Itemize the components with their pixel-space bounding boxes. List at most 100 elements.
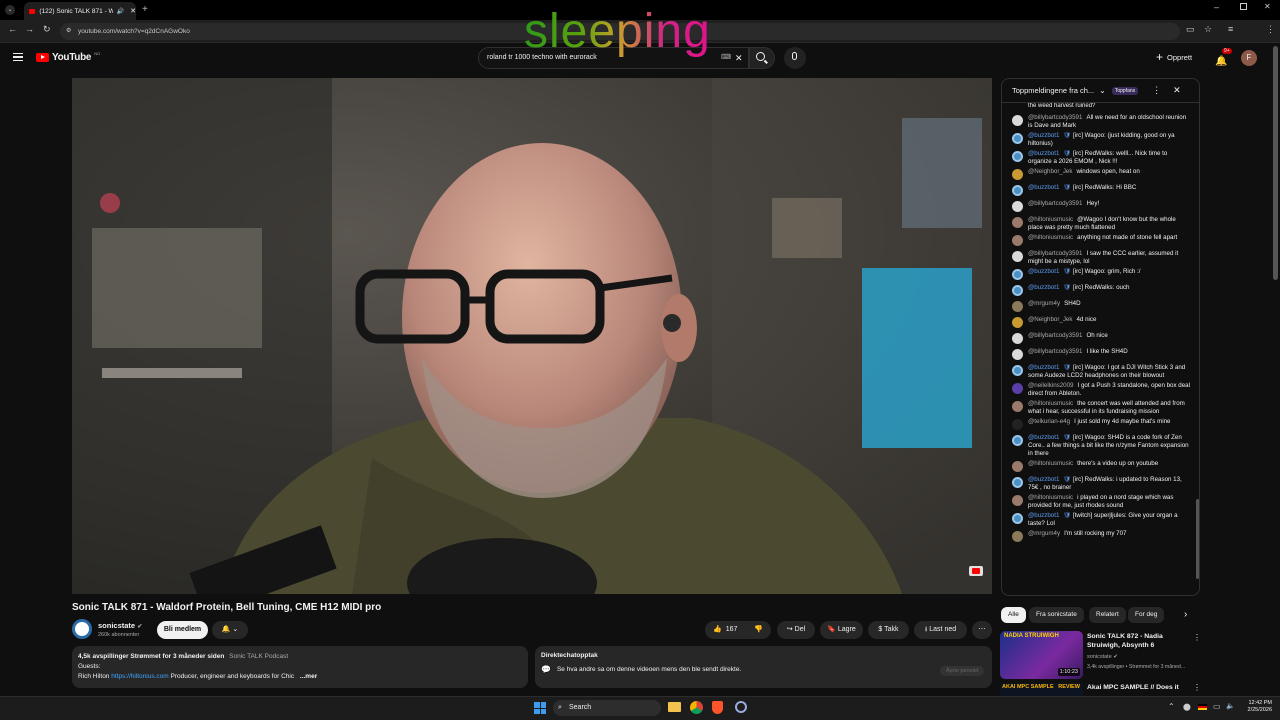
- clear-search-icon[interactable]: ✕: [735, 48, 743, 68]
- chip-related[interactable]: Relatert: [1089, 607, 1126, 623]
- chat-username[interactable]: @billybartcody3591: [1028, 332, 1082, 339]
- chat-username[interactable]: @neilelkins2009: [1028, 382, 1074, 389]
- chat-avatar[interactable]: [1012, 365, 1023, 376]
- chat-avatar[interactable]: [1012, 401, 1023, 412]
- chip-for-you[interactable]: For deg: [1128, 607, 1165, 623]
- chat-username[interactable]: @billybartcody3591: [1028, 348, 1082, 355]
- chat-username[interactable]: @billybartcody3591: [1028, 200, 1082, 207]
- browser-tab[interactable]: (122) Sonic TALK 871 - Wal 🔊 ✕: [24, 2, 136, 20]
- forward-icon[interactable]: →: [25, 24, 34, 34]
- chat-message[interactable]: @hiltoniusmusic there's a video up on you…: [1002, 459, 1199, 475]
- chat-message[interactable]: @buzzbot1 🛡 [twitch] superjljules: Give y…: [1002, 511, 1199, 529]
- chat-username[interactable]: @Neighbor_Jek: [1028, 168, 1072, 175]
- chat-avatar[interactable]: [1012, 217, 1023, 228]
- chat-username[interactable]: @buzzbot1: [1028, 476, 1059, 483]
- window-minimize-icon[interactable]: –: [1214, 2, 1219, 12]
- chat-username[interactable]: @buzzbot1: [1028, 284, 1059, 291]
- channel-name[interactable]: sonicstate ✔: [98, 621, 142, 630]
- start-button[interactable]: [534, 702, 546, 714]
- chat-message-list[interactable]: @billybartcody3591 All we need for an old…: [1002, 113, 1199, 545]
- chat-avatar[interactable]: [1012, 333, 1023, 344]
- chat-message[interactable]: @hiltoniusmusic anything not made of ston…: [1002, 233, 1199, 249]
- taskbar-clock[interactable]: 12:42 PM 2/25/2026: [1240, 700, 1272, 714]
- chat-username[interactable]: @mrgum4y: [1028, 530, 1060, 537]
- chat-message[interactable]: @billybartcody3591 Oh nice: [1002, 331, 1199, 347]
- description-link[interactable]: https://hiltonius.com: [111, 673, 168, 680]
- chat-username[interactable]: @buzzbot1: [1028, 364, 1059, 371]
- keyboard-icon[interactable]: ⌨: [721, 48, 731, 68]
- create-button[interactable]: + Opprett: [1156, 50, 1192, 64]
- chat-avatar[interactable]: [1012, 349, 1023, 360]
- network-icon[interactable]: ▭: [1213, 702, 1221, 711]
- recommendation-thumbnail[interactable]: AKAI MPC SAMPLE REVIEW: [1000, 683, 1083, 696]
- chat-avatar[interactable]: [1012, 461, 1023, 472]
- chat-username[interactable]: @hiltoniusmusic: [1028, 494, 1073, 501]
- chat-message[interactable]: @Neighbor_Jek 4d nice: [1002, 315, 1199, 331]
- chat-message[interactable]: @buzzbot1 🛡 [irc] Wagoo: (just kidding, g…: [1002, 131, 1199, 149]
- chat-message[interactable]: @billybartcody3591 Hey!: [1002, 199, 1199, 215]
- chat-username[interactable]: @hiltoniusmusic: [1028, 216, 1073, 223]
- back-icon[interactable]: ←: [8, 24, 17, 34]
- voice-search-button[interactable]: [784, 47, 806, 69]
- tray-app-icon[interactable]: ⬤: [1183, 703, 1191, 711]
- chat-message[interactable]: @Neighbor_Jek windows open, heat on: [1002, 167, 1199, 183]
- chrome-icon[interactable]: [690, 701, 703, 714]
- chip-all[interactable]: Alle: [1001, 607, 1026, 623]
- chat-message[interactable]: @hiltoniusmusic the concert was well atte…: [1002, 399, 1199, 417]
- chat-username[interactable]: @buzzbot1: [1028, 434, 1059, 441]
- chat-username[interactable]: @mrgum4y: [1028, 300, 1060, 307]
- tray-chevron-icon[interactable]: ⌃: [1168, 702, 1175, 711]
- chat-avatar[interactable]: [1012, 435, 1023, 446]
- chip-from-channel[interactable]: Fra sonicstate: [1029, 607, 1084, 623]
- recommendation-more-icon[interactable]: ⋮: [1193, 633, 1201, 642]
- chat-avatar[interactable]: [1012, 185, 1023, 196]
- chat-avatar[interactable]: [1012, 251, 1023, 262]
- join-button[interactable]: Bli medlem: [157, 621, 208, 639]
- chat-message[interactable]: @buzzbot1 🛡 [irc] Wagoo: SH4D is a code f…: [1002, 433, 1199, 459]
- recommendation-item[interactable]: AKAI MPC SAMPLE REVIEW Akai MPC SAMPLE /…: [1000, 683, 1200, 696]
- chat-more-icon[interactable]: ⋮: [1152, 85, 1161, 96]
- notifications-button[interactable]: 🔔 9+: [1215, 48, 1232, 69]
- chat-message[interactable]: @billybartcody3591 I like the SH4D: [1002, 347, 1199, 363]
- search-button[interactable]: [749, 47, 775, 69]
- chat-avatar[interactable]: [1012, 419, 1023, 430]
- tab-close-icon[interactable]: ✕: [130, 7, 136, 15]
- chat-message[interactable]: @buzzbot1 🛡 [irc] Wagoo: I got a DJI Witc…: [1002, 363, 1199, 381]
- chat-avatar[interactable]: [1012, 169, 1023, 180]
- taskbar-search[interactable]: ⌕ Search: [553, 700, 661, 716]
- subscribe-bell-button[interactable]: 🔔 ⌄: [212, 621, 248, 639]
- chat-avatar[interactable]: [1012, 235, 1023, 246]
- chat-username[interactable]: @buzzbot1: [1028, 150, 1059, 157]
- chat-avatar[interactable]: [1012, 269, 1023, 280]
- cast-icon[interactable]: ▭: [1186, 24, 1195, 35]
- chat-close-icon[interactable]: ✕: [1173, 85, 1181, 96]
- chat-message[interactable]: @hiltoniusmusic i played on a nord stage …: [1002, 493, 1199, 511]
- chat-username[interactable]: @buzzbot1: [1028, 268, 1059, 275]
- brave-icon[interactable]: [712, 701, 723, 714]
- window-close-icon[interactable]: ✕: [1264, 2, 1271, 11]
- download-button[interactable]: ⭳ Last ned: [914, 621, 967, 639]
- chat-avatar[interactable]: [1012, 477, 1023, 488]
- flag-icon[interactable]: [1198, 704, 1207, 710]
- chat-message[interactable]: @telkurian-e4g I just sold my 4d maybe th…: [1002, 417, 1199, 433]
- share-button[interactable]: ↪ Del: [777, 621, 815, 639]
- page-scrollbar[interactable]: [1273, 46, 1278, 280]
- recommendation-more-icon[interactable]: ⋮: [1193, 683, 1200, 692]
- hamburger-menu-icon[interactable]: [13, 53, 23, 61]
- dislike-button[interactable]: 👎: [754, 621, 763, 639]
- chat-avatar[interactable]: [1012, 151, 1023, 162]
- chat-avatar[interactable]: [1012, 285, 1023, 296]
- browser-menu-icon[interactable]: ⋮: [1266, 24, 1275, 35]
- chat-message[interactable]: @mrgum4y SH4D: [1002, 299, 1199, 315]
- chat-avatar[interactable]: [1012, 531, 1023, 542]
- youtube-watermark-icon[interactable]: [969, 566, 983, 576]
- volume-icon[interactable]: 🔈: [1226, 702, 1235, 710]
- chat-avatar[interactable]: [1012, 317, 1023, 328]
- chat-avatar[interactable]: [1012, 133, 1023, 144]
- chat-username[interactable]: @billybartcody3591: [1028, 114, 1082, 121]
- site-info-icon[interactable]: ⚙: [66, 23, 71, 40]
- like-button[interactable]: 👍 167: [713, 621, 737, 639]
- chat-message[interactable]: @mrgum4y I'm still rocking my 707: [1002, 529, 1199, 545]
- chat-avatar[interactable]: [1012, 115, 1023, 126]
- chat-username[interactable]: @buzzbot1: [1028, 512, 1059, 519]
